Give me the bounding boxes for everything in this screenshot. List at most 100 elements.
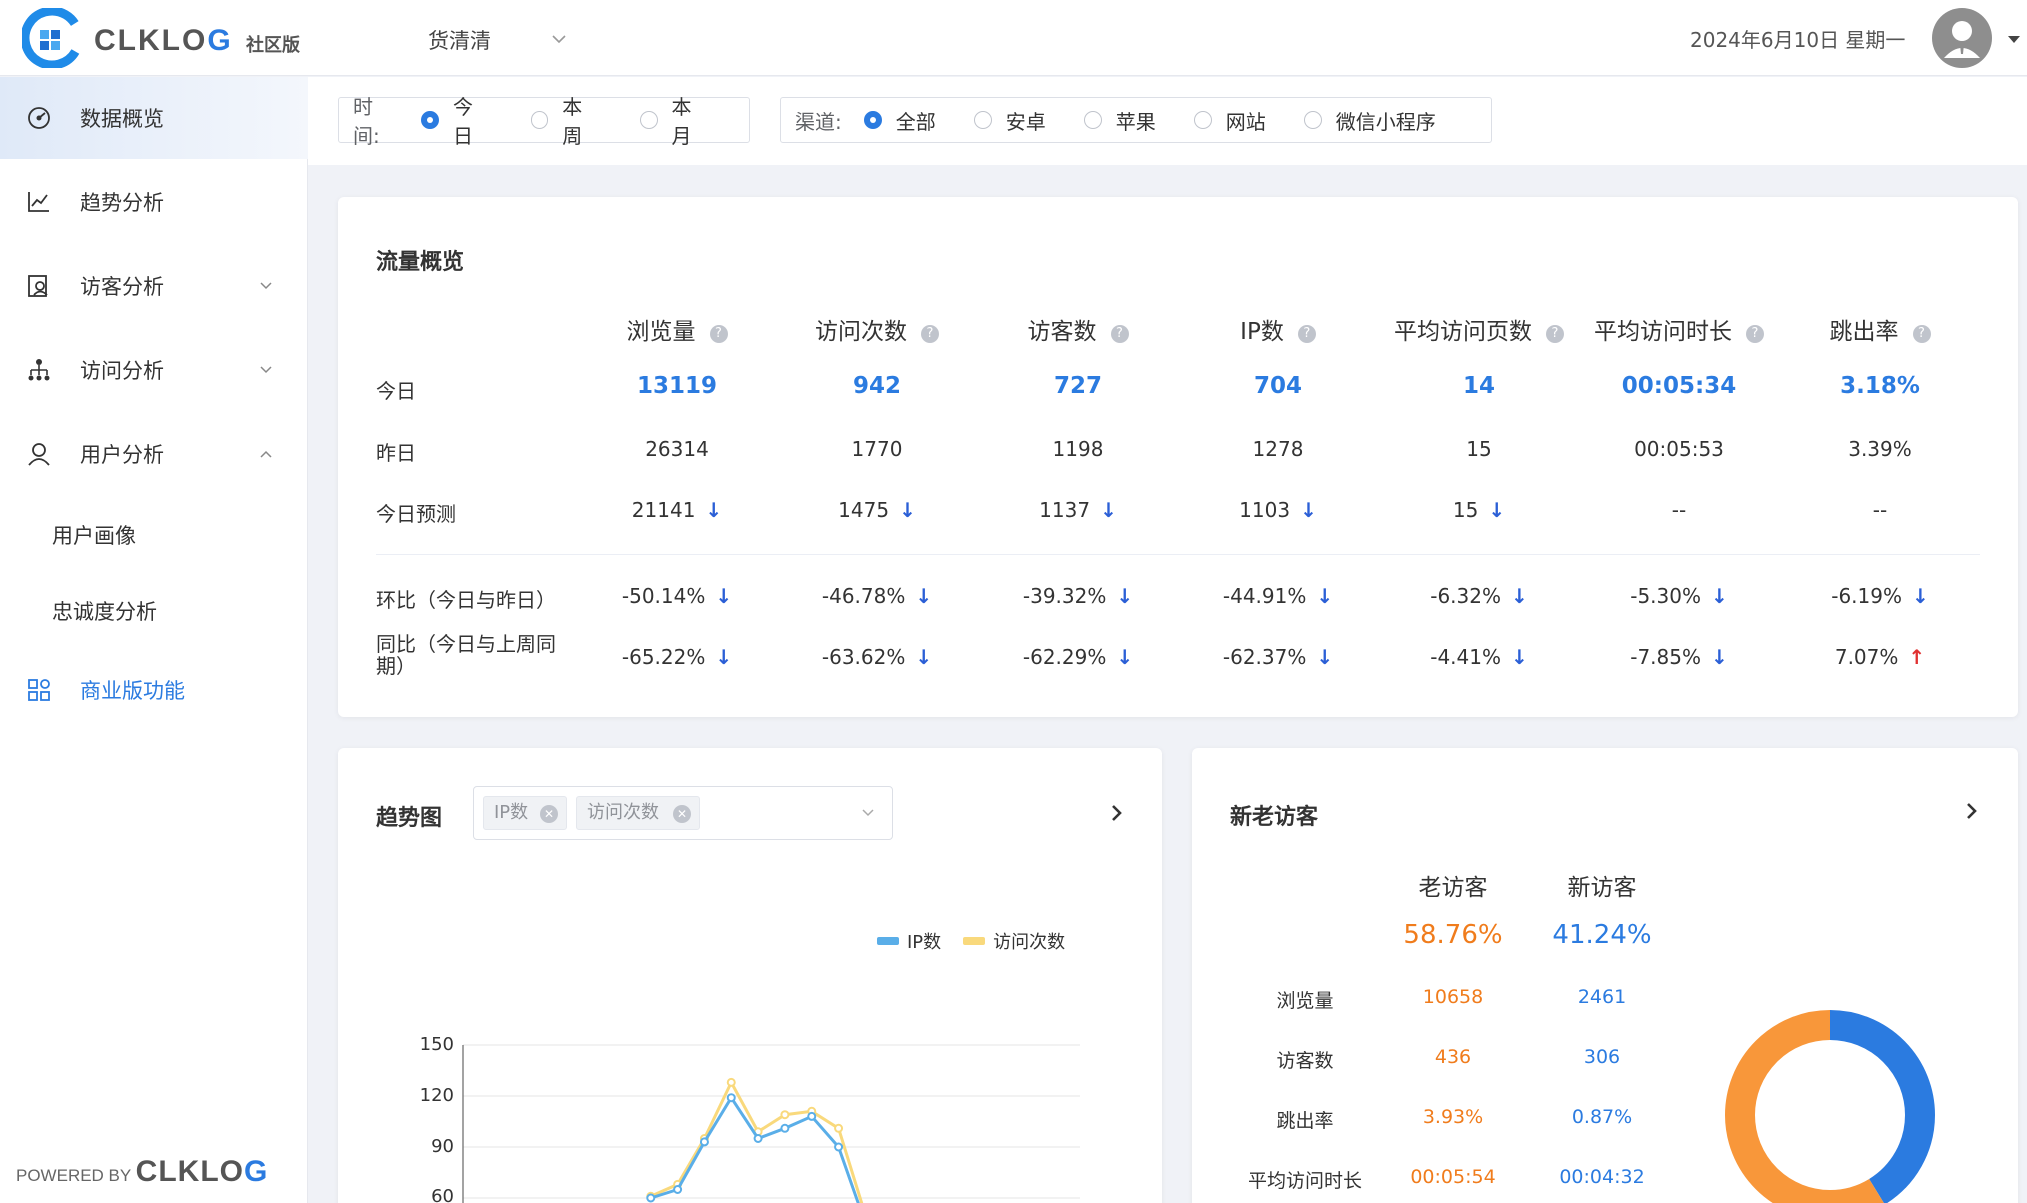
help-icon[interactable]: ?	[1912, 325, 1931, 343]
radio-website[interactable]: 网站	[1193, 106, 1266, 135]
chevron-down-icon	[260, 282, 272, 290]
powered-by: POWERED BY CLKLOG	[16, 1155, 269, 1188]
column-header: 访客数?	[978, 312, 1178, 346]
radio-month[interactable]: 本月	[639, 91, 711, 149]
table-cell: -39.32% ↓	[1022, 584, 1134, 608]
tag-close-icon[interactable]: ✕	[540, 805, 558, 823]
visitor-donut-chart	[1725, 1010, 1935, 1203]
visitor-metric-label: 浏览量	[1276, 990, 1334, 1012]
chevron-up-icon	[260, 450, 272, 458]
chevron-down-icon[interactable]	[860, 805, 876, 821]
arrow-down-icon: ↓	[915, 584, 933, 608]
data-point[interactable]	[780, 1123, 790, 1133]
arrow-down-icon: ↓	[1100, 498, 1117, 522]
help-icon[interactable]: ?	[1746, 325, 1764, 343]
row-label: 昨日	[376, 441, 416, 465]
radio-dot-icon	[1083, 111, 1102, 129]
tag-visits: 访问次数 ✕	[576, 796, 700, 830]
sidebar-item-label: 访客分析	[80, 275, 164, 299]
legend-label-ip: IP数	[907, 932, 942, 953]
table-cell: -6.19% ↓	[1831, 584, 1929, 608]
data-point[interactable]	[780, 1110, 790, 1120]
channel-filter-label: 渠道:	[795, 109, 842, 134]
table-cell: 26314	[645, 437, 709, 461]
caret-down-icon[interactable]	[2008, 36, 2020, 43]
sidebar-item-visit[interactable]: 访问分析	[0, 329, 308, 411]
data-point[interactable]	[753, 1134, 763, 1143]
user-avatar[interactable]	[1932, 8, 1992, 68]
trend-chart	[462, 1044, 1080, 1203]
data-point[interactable]	[807, 1111, 817, 1121]
help-icon[interactable]: ?	[1546, 325, 1564, 343]
table-cell: -4.41% ↓	[1430, 645, 1528, 669]
table-cell: 704	[1253, 373, 1302, 399]
metric-select[interactable]: IP数 ✕ 访问次数 ✕	[473, 786, 893, 840]
arrow-down-icon: ↓	[1316, 645, 1334, 669]
column-header: 访问次数?	[777, 312, 977, 346]
data-point[interactable]	[834, 1142, 844, 1152]
trend-chart-icon	[28, 192, 49, 212]
radio-wechat-mini[interactable]: 微信小程序	[1303, 106, 1436, 135]
chevron-right-icon[interactable]	[1108, 802, 1126, 824]
radio-week[interactable]: 本周	[530, 91, 602, 149]
sidebar-subitem-user-profile[interactable]: 用户画像	[0, 499, 308, 571]
brand-name: CLKLOG	[94, 24, 233, 57]
table-cell: 15	[1466, 437, 1492, 461]
arrow-down-icon: ↓	[1511, 584, 1528, 608]
data-point[interactable]	[834, 1123, 844, 1133]
radio-dot-icon	[1193, 111, 1212, 129]
sidebar-item-label: 商业版功能	[80, 679, 185, 703]
data-point[interactable]	[726, 1093, 736, 1103]
old-visitor-header: 老访客	[1418, 875, 1488, 901]
sidebar-item-business[interactable]: 商业版功能	[0, 649, 308, 731]
table-cell: 3.18%	[1840, 373, 1920, 399]
help-icon[interactable]: ?	[1297, 325, 1316, 343]
help-icon[interactable]: ?	[709, 325, 728, 343]
chevron-down-icon[interactable]	[550, 30, 568, 48]
radio-android[interactable]: 安卓	[973, 106, 1046, 135]
sidebar: 数据概览 趋势分析 访客分析 访问分析 用户分析 用户画像 忠诚度分析 商业版功…	[0, 77, 308, 1203]
table-cell: -63.62% ↓	[821, 645, 933, 669]
clklog-logo-icon[interactable]	[22, 8, 82, 68]
data-point[interactable]	[699, 1137, 709, 1147]
radio-apple[interactable]: 苹果	[1083, 106, 1156, 135]
powered-brand: CLKLOG	[135, 1155, 269, 1188]
sidebar-subitem-loyalty[interactable]: 忠诚度分析	[0, 575, 308, 647]
table-cell: -50.14% ↓	[621, 584, 733, 608]
table-cell: --	[1671, 498, 1687, 522]
trend-title: 趋势图	[376, 806, 443, 831]
grid-apps-icon	[28, 679, 50, 701]
sidebar-item-user[interactable]: 用户分析	[0, 413, 308, 495]
radio-dot-icon	[421, 111, 440, 129]
column-header: 跳出率?	[1780, 312, 1980, 346]
legend-swatch-visits	[963, 937, 986, 945]
sidebar-subitem-label: 用户画像	[52, 524, 136, 548]
sidebar-item-trend[interactable]: 趋势分析	[0, 161, 308, 243]
sidebar-item-visitor[interactable]: 访客分析	[0, 245, 308, 327]
table-cell: -7.85% ↓	[1630, 645, 1728, 669]
sidebar-item-label: 用户分析	[80, 443, 164, 467]
table-cell: 942	[852, 373, 901, 399]
traffic-overview-title: 流量概览	[376, 250, 465, 275]
data-point[interactable]	[646, 1193, 656, 1203]
table-cell: -44.91% ↓	[1222, 584, 1334, 608]
table-cell: 00:05:34	[1621, 373, 1737, 399]
user-avatar-icon	[1944, 21, 1980, 58]
edition-label: 社区版	[246, 35, 300, 56]
radio-all[interactable]: 全部	[863, 106, 936, 135]
tag-close-icon[interactable]: ✕	[673, 805, 691, 823]
data-point[interactable]	[673, 1185, 683, 1194]
table-cell: 15 ↓	[1452, 498, 1506, 522]
chevron-right-icon[interactable]	[1963, 800, 1981, 822]
project-selector[interactable]: 货清清	[428, 25, 491, 55]
arrow-down-icon: ↓	[899, 498, 916, 522]
radio-dot-icon	[863, 111, 882, 129]
row-label: 同比（今日与上周同期）	[376, 632, 556, 678]
radio-today[interactable]: 今日	[421, 91, 492, 149]
legend-label-visits: 访问次数	[993, 932, 1066, 953]
sidebar-item-overview[interactable]: 数据概览	[0, 77, 308, 159]
help-icon[interactable]: ?	[1110, 325, 1129, 343]
table-cell: --	[1872, 498, 1888, 522]
data-point[interactable]	[726, 1077, 736, 1087]
help-icon[interactable]: ?	[921, 325, 939, 343]
